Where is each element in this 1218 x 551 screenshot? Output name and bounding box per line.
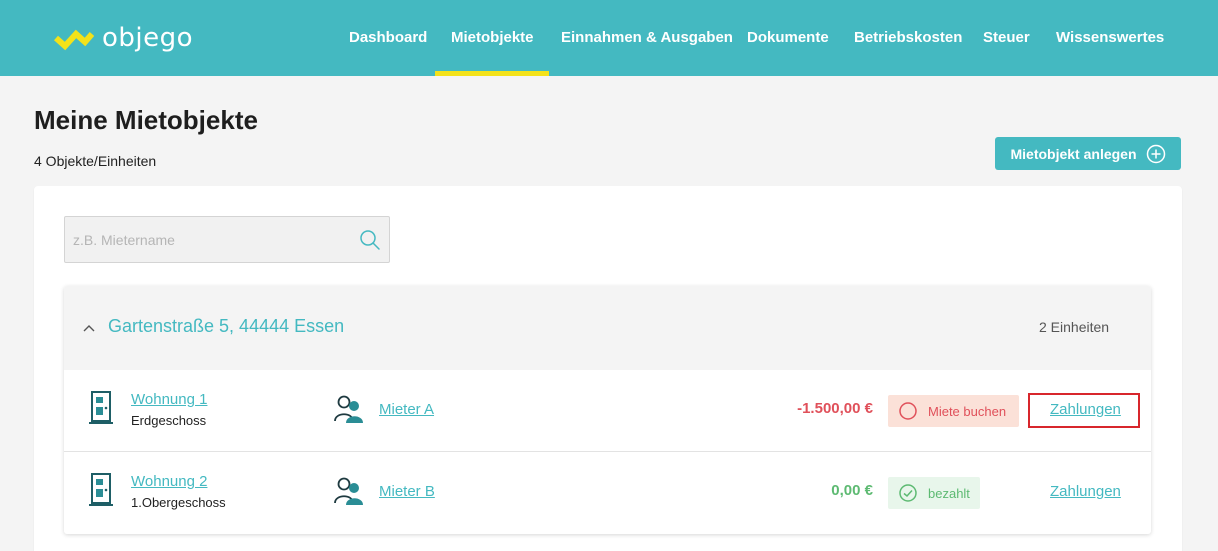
nav-betriebskosten[interactable]: Betriebskosten	[854, 0, 962, 76]
property-address[interactable]: Gartenstraße 5, 44444 Essen	[108, 316, 344, 337]
tenant-name-link[interactable]: Mieter B	[379, 483, 435, 500]
nav-mietobjekte[interactable]: Mietobjekte	[435, 0, 548, 76]
balance-amount: 0,00 €	[831, 482, 873, 499]
objego-logo-icon	[54, 29, 94, 51]
tenant-search	[64, 216, 390, 263]
nav-steuer[interactable]: Steuer	[983, 0, 1030, 76]
nav-einnahmen-ausgaben[interactable]: Einnahmen & Ausgaben	[561, 0, 733, 76]
paid-status-badge: bezahlt	[888, 477, 980, 509]
unit-name-link[interactable]: Wohnung 2	[131, 473, 207, 490]
search-input[interactable]	[65, 217, 345, 262]
nav-dokumente[interactable]: Dokumente	[747, 0, 829, 76]
payments-highlight-box	[1028, 393, 1140, 428]
plus-circle-icon	[1146, 144, 1166, 164]
unit-floor: Erdgeschoss	[131, 413, 207, 428]
book-rent-label: Miete buchen	[928, 403, 1007, 419]
payments-link[interactable]: Zahlungen	[1050, 483, 1121, 500]
unit-floor: 1.Obergeschoss	[131, 495, 226, 510]
circle-icon	[899, 402, 917, 420]
nav-dashboard[interactable]: Dashboard	[349, 0, 427, 76]
search-icon[interactable]	[359, 229, 381, 256]
check-circle-icon	[899, 484, 917, 502]
paid-status-label: bezahlt	[928, 485, 970, 501]
tenants-icon	[334, 477, 364, 510]
nav-wissenswertes[interactable]: Wissenswertes	[1056, 0, 1164, 76]
tenant-name-link[interactable]: Mieter A	[379, 401, 434, 418]
property-header[interactable]: Gartenstraße 5, 44444 Essen 2 Einheiten	[64, 286, 1151, 370]
door-icon	[89, 391, 113, 430]
book-rent-button[interactable]: Miete buchen	[888, 395, 1019, 427]
add-property-button[interactable]: Mietobjekt anlegen	[995, 137, 1181, 170]
brand-name: objego	[102, 23, 194, 53]
add-property-label: Mietobjekt anlegen	[1010, 145, 1137, 162]
balance-amount: -1.500,00 €	[797, 400, 873, 417]
top-navigation-bar: objego Dashboard Mietobjekte Einnahmen &…	[0, 0, 1218, 76]
unit-row: Wohnung 2 1.Obergeschoss Mieter B 0,00 €…	[64, 452, 1151, 534]
units-count: 2 Einheiten	[1039, 319, 1110, 335]
chevron-up-icon[interactable]	[83, 320, 95, 338]
tenants-icon	[334, 395, 364, 428]
unit-row: Wohnung 1 Erdgeschoss Mieter A -1.500,00…	[64, 370, 1151, 452]
page-title: Meine Mietobjekte	[34, 105, 258, 135]
door-icon	[89, 473, 113, 512]
unit-name-link[interactable]: Wohnung 1	[131, 391, 207, 408]
property-group: Gartenstraße 5, 44444 Essen 2 Einheiten …	[64, 286, 1151, 534]
object-count: 4 Objekte/Einheiten	[34, 153, 157, 169]
objego-logo[interactable]: objego	[54, 22, 193, 54]
